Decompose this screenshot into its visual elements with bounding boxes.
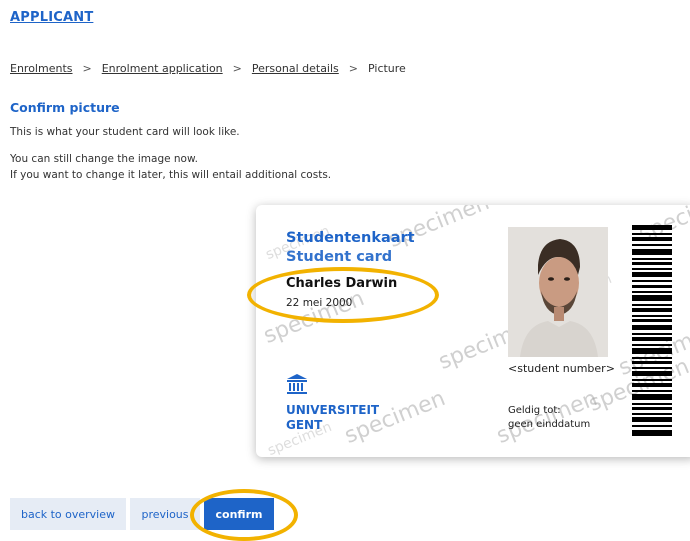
back-to-overview-button[interactable]: back to overview: [10, 498, 126, 530]
university-name-line1: UNIVERSITEIT: [286, 403, 380, 417]
card-title-dutch: Studentenkaart: [286, 230, 415, 246]
breadcrumb-separator: >: [82, 62, 92, 75]
valid-until-label: Geldig tot:: [508, 405, 561, 416]
watermark: specimen: [493, 386, 601, 449]
change-image-line: You can still change the image now.: [10, 153, 198, 165]
card-title-english: Student card: [286, 249, 393, 265]
barcode: [632, 225, 672, 437]
breadcrumb-item-personal-details[interactable]: Personal details: [252, 62, 339, 75]
additional-costs-line: If you want to change it later, this wil…: [10, 169, 332, 181]
student-photo: [508, 227, 608, 357]
highlight-circle-name: [247, 267, 439, 323]
watermark: specimen: [341, 386, 449, 449]
student-card-preview: specimen specimen specimen specimen spec…: [256, 205, 690, 457]
breadcrumb-separator: >: [348, 62, 358, 75]
breadcrumb-current: Picture: [368, 62, 406, 75]
breadcrumb-separator: >: [232, 62, 242, 75]
student-number-placeholder: <student number>: [508, 362, 615, 375]
valid-until-value: geen einddatum: [508, 419, 591, 430]
card-preview-description: This is what your student card will look…: [10, 126, 240, 138]
change-image-note: You can still change the image now. If y…: [10, 151, 331, 183]
highlight-circle-confirm: [190, 489, 298, 541]
breadcrumb: Enrolments > Enrolment application > Persona…: [10, 62, 406, 75]
breadcrumb-item-enrolments[interactable]: Enrolments: [10, 62, 73, 75]
section-title: Confirm picture: [10, 100, 120, 115]
page-heading-applicant[interactable]: APPLICANT: [10, 10, 93, 25]
breadcrumb-item-enrolment-application[interactable]: Enrolment application: [102, 62, 223, 75]
university-building-icon: [286, 373, 308, 399]
university-name-line2: GENT: [286, 418, 323, 432]
